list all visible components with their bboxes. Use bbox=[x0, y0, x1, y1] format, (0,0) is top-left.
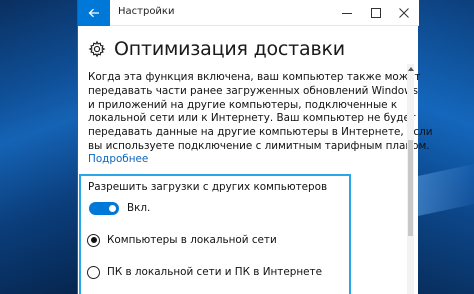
radio-label: ПК в локальной сети и ПК в Интернете bbox=[107, 266, 322, 278]
arrow-left-icon bbox=[88, 8, 99, 18]
radio-button-selected[interactable] bbox=[87, 233, 100, 247]
feature-description: Когда эта функция включена, ваш компьюте… bbox=[88, 71, 433, 154]
description-line: и приложений на другие компьютеры, подкл… bbox=[88, 98, 398, 111]
description-line: Когда эта функция включена, ваш компьюте… bbox=[88, 71, 421, 83]
close-icon bbox=[399, 8, 409, 18]
radio-label: Компьютеры в локальной сети bbox=[107, 234, 277, 246]
radio-local-network[interactable]: Компьютеры в локальной сети bbox=[87, 232, 277, 248]
maximize-button[interactable] bbox=[362, 0, 390, 26]
allow-downloads-label: Разрешить загрузки с других компьютеров bbox=[88, 181, 328, 193]
description-line: локальной сети или к Интернету. Ваш комп… bbox=[88, 112, 416, 125]
page-title: Оптимизация доставки bbox=[114, 38, 345, 60]
scrollbar-thumb[interactable] bbox=[408, 140, 413, 236]
toggle-knob bbox=[109, 205, 116, 212]
scroll-up-button[interactable] bbox=[407, 64, 414, 74]
radio-dot bbox=[90, 237, 97, 243]
close-button[interactable] bbox=[390, 0, 418, 26]
back-button[interactable] bbox=[78, 0, 110, 26]
chevron-up-icon bbox=[407, 67, 414, 71]
description-line: передавать части ранее загруженных обнов… bbox=[88, 84, 419, 97]
maximize-icon bbox=[371, 8, 381, 18]
radio-local-and-internet[interactable]: ПК в локальной сети и ПК в Интернете bbox=[87, 264, 322, 280]
toggle-state-label: Вкл. bbox=[127, 202, 151, 214]
description-line: передавать данные на другие компьютеры в… bbox=[88, 126, 433, 139]
minimize-button[interactable] bbox=[333, 0, 361, 26]
radio-button[interactable] bbox=[87, 265, 100, 279]
window-title: Настройки bbox=[118, 6, 175, 17]
learn-more-link[interactable]: Подробнее bbox=[88, 153, 148, 165]
desktop-background-left bbox=[0, 0, 77, 294]
title-bar: Настройки bbox=[78, 0, 419, 26]
description-line: вы используете подключение с лимитным та… bbox=[88, 139, 430, 152]
settings-window: Настройки Оптимизация доставки Когда эта… bbox=[77, 0, 433, 294]
page-header: Оптимизация доставки bbox=[88, 36, 345, 62]
allow-downloads-toggle[interactable] bbox=[89, 202, 119, 215]
minimize-icon bbox=[342, 13, 352, 14]
gear-icon bbox=[88, 40, 106, 58]
